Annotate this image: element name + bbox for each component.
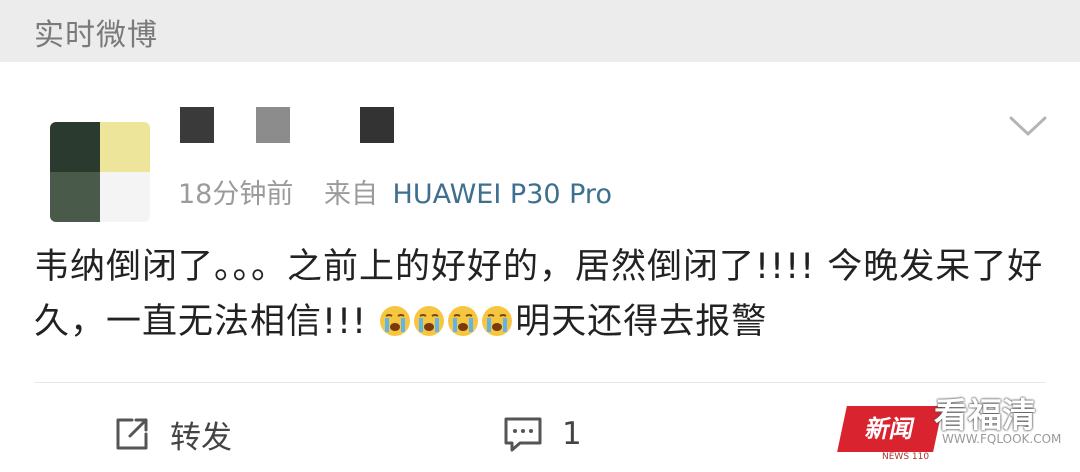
watermark-brand: 看福清: [934, 396, 1036, 436]
censor-block: [180, 107, 214, 143]
avatar-pixel: [100, 122, 150, 172]
repost-icon: [116, 418, 148, 450]
comment-count: 1: [562, 416, 582, 452]
avatar-pixel: [100, 172, 150, 222]
source-prefix: 来自: [323, 179, 378, 210]
weibo-feed-screen: 实时微博 18分钟前 来自 HUAWEI P30 Pro 韦纳倒闭了。。。之前上…: [0, 0, 1080, 472]
watermark-url: WWW.FQLOOK.COM: [942, 432, 1062, 446]
comment-button[interactable]: 1: [502, 412, 582, 456]
watermark-sub: NEWS 110: [882, 452, 930, 462]
post-time: 18分钟前: [178, 179, 294, 210]
crying-emoji-icon: [448, 306, 479, 336]
comment-icon: [504, 417, 542, 452]
avatar-pixel: [50, 172, 100, 222]
watermark-red-logo: 新闻: [837, 406, 943, 452]
repost-label: 转发: [170, 419, 232, 456]
avatar-pixel: [50, 122, 100, 172]
crying-emoji-icon: [380, 306, 411, 336]
repost-button[interactable]: 转发: [112, 412, 232, 456]
avatar[interactable]: [50, 122, 150, 222]
crying-emoji-icon: [482, 306, 513, 336]
watermark-logo: 新闻 看福清 WWW.FQLOOK.COM NEWS 110: [837, 388, 1062, 468]
chevron-down-icon[interactable]: [1008, 114, 1048, 140]
emoji-group: [379, 302, 515, 342]
post-text: 韦纳倒闭了。。。之前上的好好的，居然倒闭了!!!! 今晚发呆了好久，一直无法相信…: [34, 240, 1049, 350]
post-meta: 18分钟前 来自 HUAWEI P30 Pro: [178, 172, 612, 211]
section-title: 实时微博: [34, 18, 158, 53]
censored-username[interactable]: [180, 107, 420, 143]
crying-emoji-icon: [414, 306, 445, 336]
section-header: 实时微博: [0, 0, 1080, 62]
post-text-end: 明天还得去报警: [515, 302, 768, 342]
source-device-link[interactable]: HUAWEI P30 Pro: [393, 179, 612, 210]
divider: [34, 382, 1046, 383]
censor-block: [360, 107, 394, 143]
censor-block: [256, 107, 290, 143]
